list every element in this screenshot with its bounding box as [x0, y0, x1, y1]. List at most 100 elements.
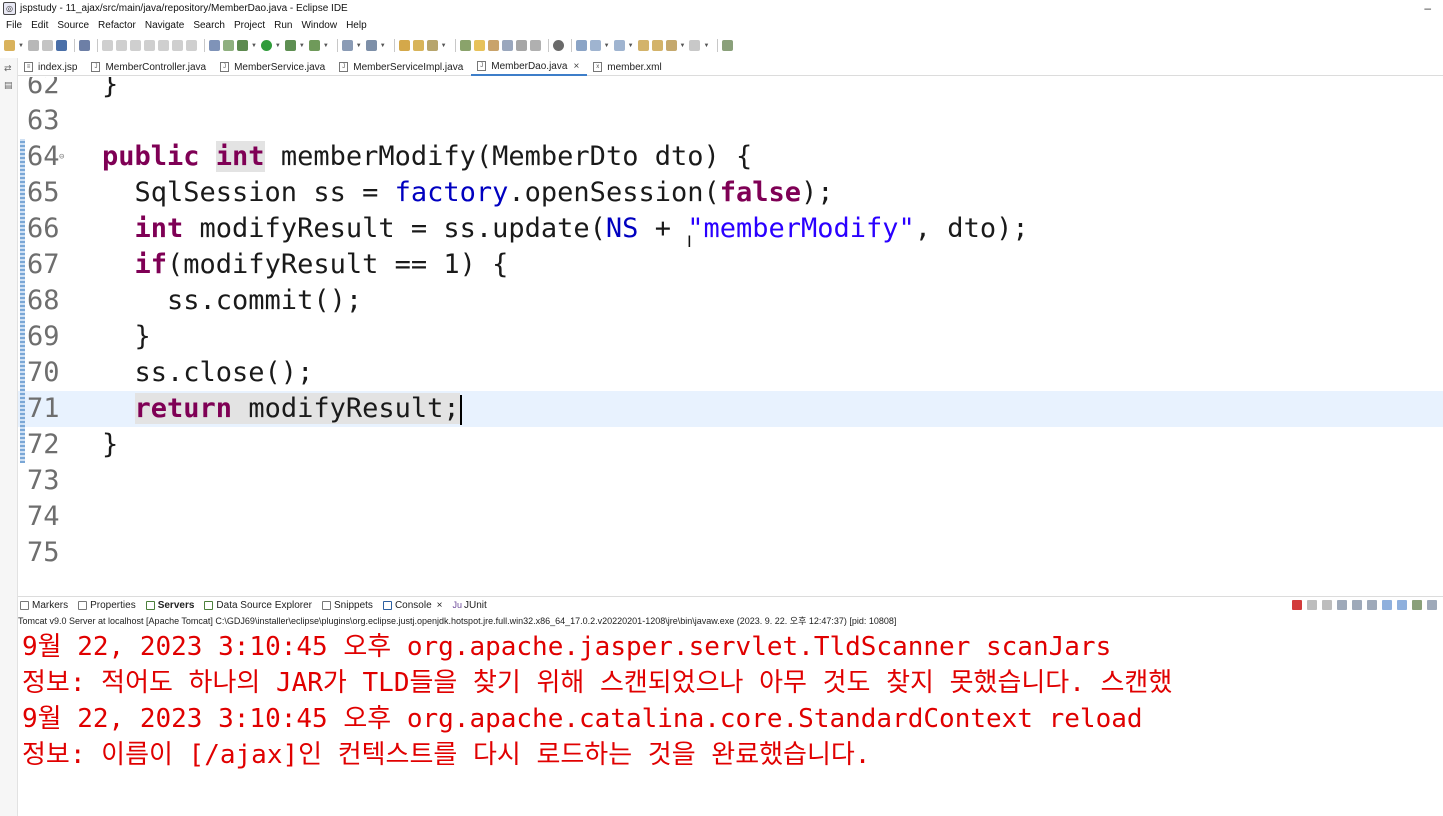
search-dropdown-icon[interactable]: ▼ — [441, 43, 447, 49]
code-fragment: memberModify(MemberDto dto) { — [264, 141, 753, 172]
new-dropdown-icon[interactable]: ▼ — [18, 43, 24, 49]
pin-icon[interactable] — [459, 40, 471, 51]
tab-servers[interactable]: Servers — [144, 600, 194, 611]
next-annotation-dropdown-icon[interactable]: ▼ — [604, 43, 610, 49]
close-icon[interactable]: × — [437, 600, 443, 611]
open-folder-icon[interactable] — [412, 40, 424, 51]
new-server-dropdown-icon[interactable]: ▼ — [356, 43, 362, 49]
step-into-icon[interactable] — [157, 40, 169, 51]
word-wrap-icon[interactable] — [487, 40, 499, 51]
external-tools-icon[interactable] — [308, 40, 320, 51]
skip-breakpoints-icon[interactable] — [78, 40, 90, 51]
tab-properties[interactable]: Properties — [76, 600, 136, 611]
package-explorer-icon[interactable]: ▤ — [4, 80, 14, 90]
step-return-icon[interactable] — [185, 40, 197, 51]
forward-icon[interactable] — [689, 40, 701, 51]
restore-view-icon[interactable]: ⇄ — [4, 63, 14, 73]
tab-data-source-explorer[interactable]: Data Source Explorer — [202, 600, 312, 611]
terminate-icon[interactable] — [129, 40, 141, 51]
show-on-stderr-icon[interactable] — [1397, 600, 1407, 610]
run-dropdown-icon[interactable]: ▼ — [275, 43, 281, 49]
tab-snippets[interactable]: Snippets — [320, 600, 373, 611]
debug-icon[interactable] — [236, 40, 248, 51]
back-icon[interactable] — [665, 40, 677, 51]
disconnect-icon[interactable] — [143, 40, 155, 51]
menu-edit[interactable]: Edit — [31, 20, 48, 31]
display-console-icon[interactable] — [1427, 600, 1437, 610]
outline-icon[interactable] — [208, 40, 220, 51]
tab-member-xml[interactable]: x member.xml — [587, 59, 669, 76]
text-caret — [459, 394, 462, 425]
toggle-mark-occurrences-icon[interactable] — [222, 40, 234, 51]
menu-project[interactable]: Project — [234, 20, 265, 31]
menu-window[interactable]: Window — [301, 20, 337, 31]
current-code-line: 71 return modifyResult; — [18, 391, 1443, 427]
show-whitespace-icon[interactable] — [515, 40, 527, 51]
new-server-icon[interactable] — [341, 40, 353, 51]
coverage-icon[interactable] — [284, 40, 296, 51]
menu-search[interactable]: Search — [193, 20, 225, 31]
tab-member-service-impl[interactable]: J MemberServiceImpl.java — [333, 59, 471, 76]
save-icon[interactable] — [27, 40, 39, 51]
show-on-stdout-icon[interactable] — [1382, 600, 1392, 610]
coverage-dropdown-icon[interactable]: ▼ — [299, 43, 305, 49]
console-output[interactable]: 9월 22, 2023 3:10:45 오후 org.apache.jasper… — [18, 628, 1443, 816]
previous-annotation-icon[interactable] — [613, 40, 625, 51]
step-over-icon[interactable] — [171, 40, 183, 51]
search-icon[interactable] — [426, 40, 438, 51]
last-edit-icon[interactable] — [637, 40, 649, 51]
back-dropdown-icon[interactable]: ▼ — [680, 43, 686, 49]
terminate-icon[interactable] — [1292, 600, 1302, 610]
new-java-class-icon[interactable] — [365, 40, 377, 51]
word-wrap-icon[interactable] — [1367, 600, 1377, 610]
fold-toggle-icon[interactable]: ⊖ — [59, 139, 64, 175]
pin-console-icon[interactable] — [1412, 600, 1422, 610]
tab-label: MemberController.java — [105, 61, 207, 73]
highlight-icon[interactable] — [473, 40, 485, 51]
minimize-button[interactable]: – — [1424, 1, 1431, 15]
tab-index-jsp[interactable]: ≡ index.jsp — [18, 59, 85, 76]
forward-edit-icon[interactable] — [651, 40, 663, 51]
terminal-icon[interactable] — [55, 40, 67, 51]
globe-icon[interactable] — [552, 40, 564, 51]
remove-all-terminated-icon[interactable] — [1322, 600, 1332, 610]
tab-member-service[interactable]: J MemberService.java — [214, 59, 333, 76]
annotation-icon[interactable] — [575, 40, 587, 51]
menu-run[interactable]: Run — [274, 20, 292, 31]
next-annotation-icon[interactable] — [589, 40, 601, 51]
new-icon[interactable] — [4, 40, 15, 51]
save-all-icon[interactable] — [41, 40, 53, 51]
new-java-class-dropdown-icon[interactable]: ▼ — [380, 43, 386, 49]
console-line: 정보: 이름이 [/ajax]인 컨텍스트를 다시 로드하는 것을 완료했습니다… — [22, 740, 871, 770]
external-tools-dropdown-icon[interactable]: ▼ — [323, 43, 329, 49]
suspend-icon[interactable] — [115, 40, 127, 51]
menu-refactor[interactable]: Refactor — [98, 20, 136, 31]
tab-member-dao[interactable]: J MemberDao.java × — [471, 58, 588, 76]
tab-console[interactable]: Console × — [381, 600, 443, 611]
field-token: factory — [394, 177, 509, 208]
forward-dropdown-icon[interactable]: ▼ — [703, 43, 709, 49]
close-icon[interactable]: × — [573, 61, 579, 72]
resume-icon[interactable] — [101, 40, 113, 51]
menu-help[interactable]: Help — [346, 20, 367, 31]
menu-navigate[interactable]: Navigate — [145, 20, 184, 31]
tab-junit[interactable]: Ju JUnit — [450, 600, 486, 611]
tab-label: MemberServiceImpl.java — [353, 61, 464, 73]
line-number: 67 — [27, 249, 60, 280]
open-type-icon[interactable] — [398, 40, 410, 51]
pin-editor-icon[interactable] — [722, 40, 734, 51]
code-editor[interactable]: 62 } 63 64 ⊖ public int memberModify(Mem… — [18, 77, 1443, 577]
debug-dropdown-icon[interactable]: ▼ — [251, 43, 257, 49]
pilcrow-icon[interactable] — [529, 40, 541, 51]
snippets-icon — [322, 600, 332, 610]
clear-console-icon[interactable] — [1337, 600, 1347, 610]
run-icon[interactable] — [260, 40, 272, 51]
menu-file[interactable]: File — [6, 20, 22, 31]
previous-annotation-dropdown-icon[interactable]: ▼ — [628, 43, 634, 49]
remove-launch-icon[interactable] — [1307, 600, 1317, 610]
block-selection-icon[interactable] — [501, 40, 513, 51]
scroll-lock-icon[interactable] — [1352, 600, 1362, 610]
tab-markers[interactable]: Markers — [18, 600, 68, 611]
menu-source[interactable]: Source — [57, 20, 89, 31]
tab-member-controller[interactable]: J MemberController.java — [85, 59, 214, 76]
